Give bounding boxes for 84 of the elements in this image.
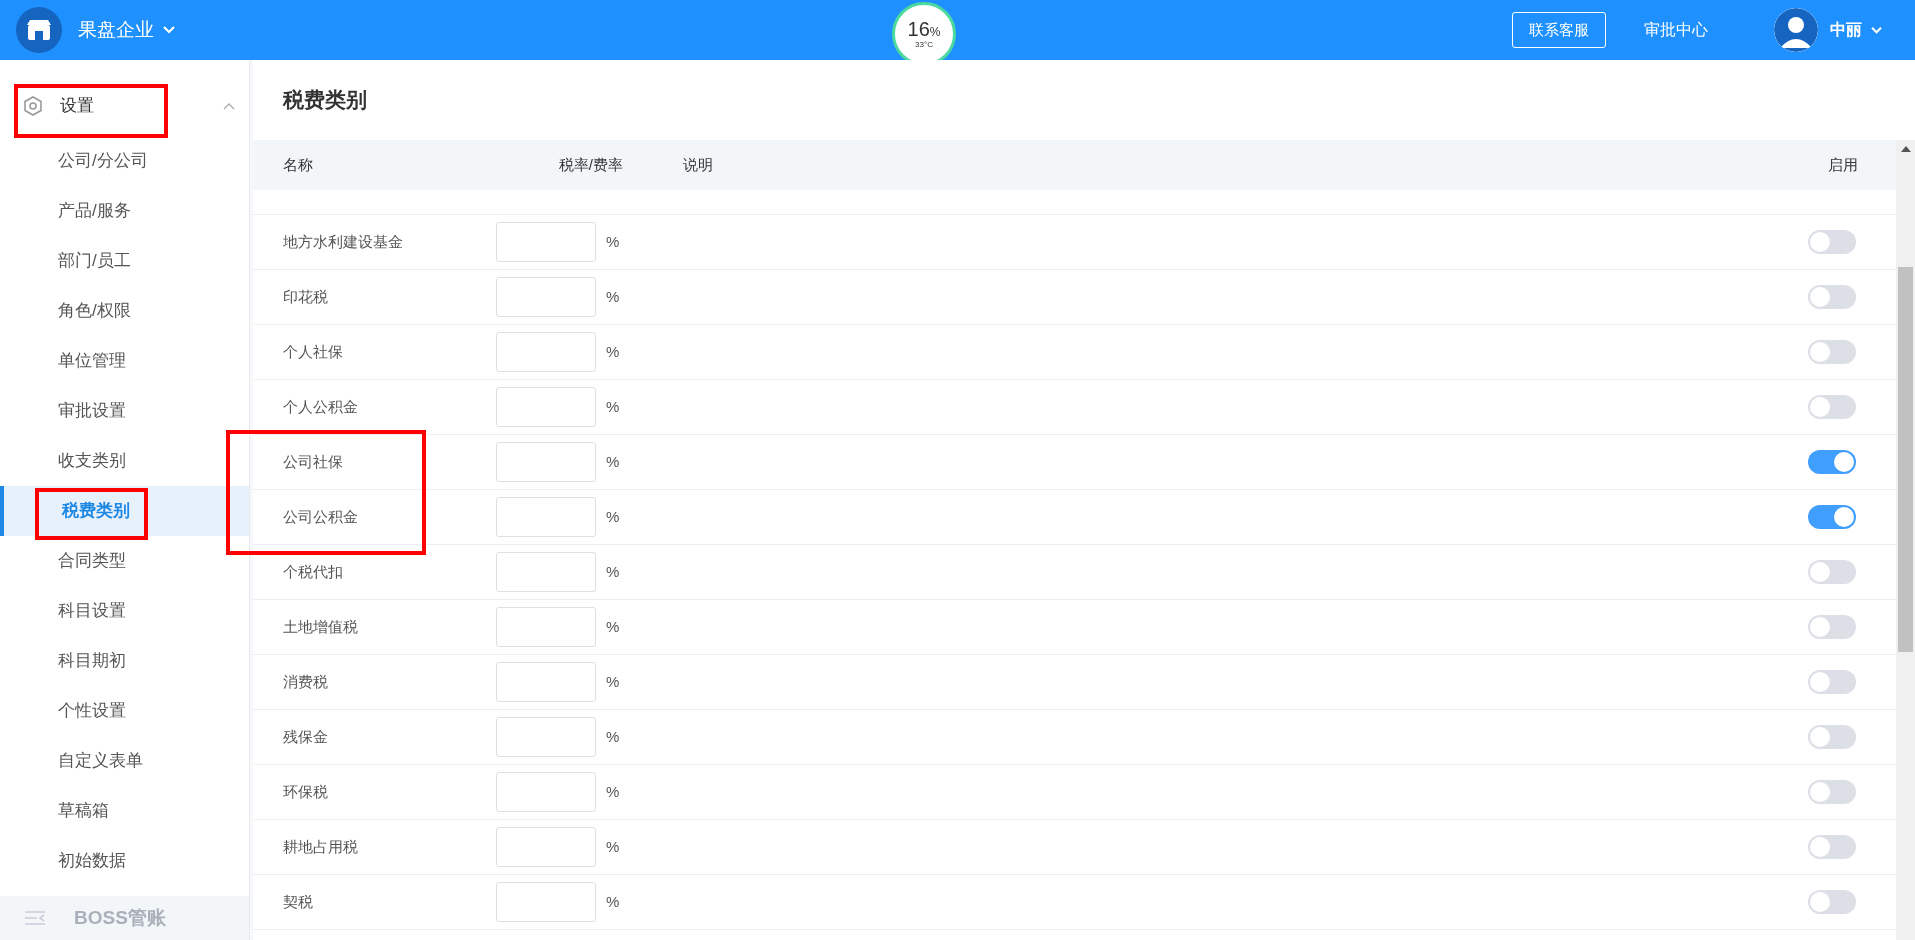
tax-name: 公司社保	[282, 451, 344, 472]
settings-section-header[interactable]: 设置	[0, 76, 249, 136]
toggle-switch[interactable]	[1808, 450, 1856, 474]
hexagon-settings-icon	[22, 95, 44, 117]
page-title: 税费类别	[283, 87, 367, 114]
sidebar-item[interactable]: 公司/分公司	[0, 136, 249, 186]
percent-unit: %	[606, 506, 620, 527]
column-header: 启用	[1827, 154, 1859, 175]
sidebar-item[interactable]: 单位管理	[0, 336, 249, 386]
toggle-switch[interactable]	[1808, 340, 1856, 364]
tax-name: 消费税	[282, 671, 329, 692]
tax-name: 个人公积金	[282, 396, 359, 417]
percent-unit: %	[606, 616, 620, 637]
sidebar-item[interactable]: 角色/权限	[0, 286, 249, 336]
tax-name: 地方水利建设基金	[282, 231, 404, 252]
tax-name: 耕地占用税	[282, 836, 359, 857]
tax-name: 公司公积金	[282, 506, 359, 527]
toggle-switch[interactable]	[1808, 780, 1856, 804]
tax-name: 个人社保	[282, 341, 344, 362]
tax-name: 土地增值税	[282, 616, 359, 637]
rate-input-field[interactable]	[496, 332, 596, 372]
percent-unit: %	[606, 341, 620, 362]
store-logo-icon	[16, 7, 62, 53]
rate-input-field[interactable]	[496, 882, 596, 922]
rate-input-field[interactable]	[496, 552, 596, 592]
rate-input-field[interactable]	[496, 662, 596, 702]
footer-label: BOSS管账	[74, 905, 166, 930]
sidebar-item[interactable]: 审批设置	[0, 386, 249, 436]
tax-name: 个税代扣	[282, 561, 344, 582]
sidebar-item[interactable]: 个性设置	[0, 686, 249, 736]
percent-unit: %	[606, 891, 620, 912]
tax-name: 残保金	[282, 726, 329, 747]
column-header: 税率/费率	[557, 154, 623, 175]
chevron-down-icon	[1870, 25, 1883, 35]
column-header: 说明	[682, 154, 714, 175]
rate-input-field[interactable]	[496, 277, 596, 317]
sidebar-item[interactable]: 合同类型	[0, 536, 249, 586]
toggle-switch[interactable]	[1808, 395, 1856, 419]
rate-input-field[interactable]	[496, 442, 596, 482]
scroll-up-icon[interactable]	[1900, 146, 1911, 152]
percent-unit: %	[606, 451, 620, 472]
percent-unit: %	[606, 396, 620, 417]
rate-input-field[interactable]	[496, 497, 596, 537]
percent-unit: %	[606, 561, 620, 582]
tax-name: 印花税	[282, 286, 329, 307]
rate-input-field[interactable]	[496, 717, 596, 757]
percent-unit: %	[606, 671, 620, 692]
percent-unit: %	[606, 726, 620, 747]
sidebar-item[interactable]: 产品/服务	[0, 186, 249, 236]
toggle-switch[interactable]	[1808, 505, 1856, 529]
collapse-menu-icon[interactable]	[24, 910, 46, 926]
scrollbar-thumb[interactable]	[1898, 267, 1913, 652]
chevron-down-icon	[162, 25, 176, 35]
percent-reading: 16%	[907, 19, 941, 39]
temperature-reading: 33°C	[915, 41, 933, 49]
rate-input-field[interactable]	[496, 222, 596, 262]
sidebar-item[interactable]: 收支类别	[0, 436, 249, 486]
sidebar-item[interactable]: 初始数据	[0, 836, 249, 886]
percent-unit: %	[606, 286, 620, 307]
sidebar-item[interactable]: 自定义表单	[0, 736, 249, 786]
toggle-switch[interactable]	[1808, 890, 1856, 914]
toggle-switch[interactable]	[1808, 285, 1856, 309]
tax-name: 环保税	[282, 781, 329, 802]
sidebar-item[interactable]: 草稿箱	[0, 786, 249, 836]
rate-input-field[interactable]	[496, 827, 596, 867]
toggle-switch[interactable]	[1808, 615, 1856, 639]
chevron-icon	[223, 102, 235, 110]
sidebar-item[interactable]: 科目设置	[0, 586, 249, 636]
toggle-switch[interactable]	[1808, 670, 1856, 694]
rate-input-field[interactable]	[496, 607, 596, 647]
percent-unit: %	[606, 781, 620, 802]
sidebar-item[interactable]: 科目期初	[0, 636, 249, 686]
tax-name: 契税	[282, 891, 314, 912]
toggle-switch[interactable]	[1808, 230, 1856, 254]
toggle-switch[interactable]	[1808, 835, 1856, 859]
toggle-switch[interactable]	[1808, 560, 1856, 584]
percent-unit: %	[606, 231, 620, 252]
toggle-switch[interactable]	[1808, 725, 1856, 749]
sidebar-item[interactable]: 部门/员工	[0, 236, 249, 286]
percent-unit: %	[606, 836, 620, 857]
rate-input-field[interactable]	[496, 772, 596, 812]
column-header: 名称	[282, 154, 314, 175]
avatar-icon	[1774, 8, 1818, 52]
rate-input-field[interactable]	[496, 387, 596, 427]
